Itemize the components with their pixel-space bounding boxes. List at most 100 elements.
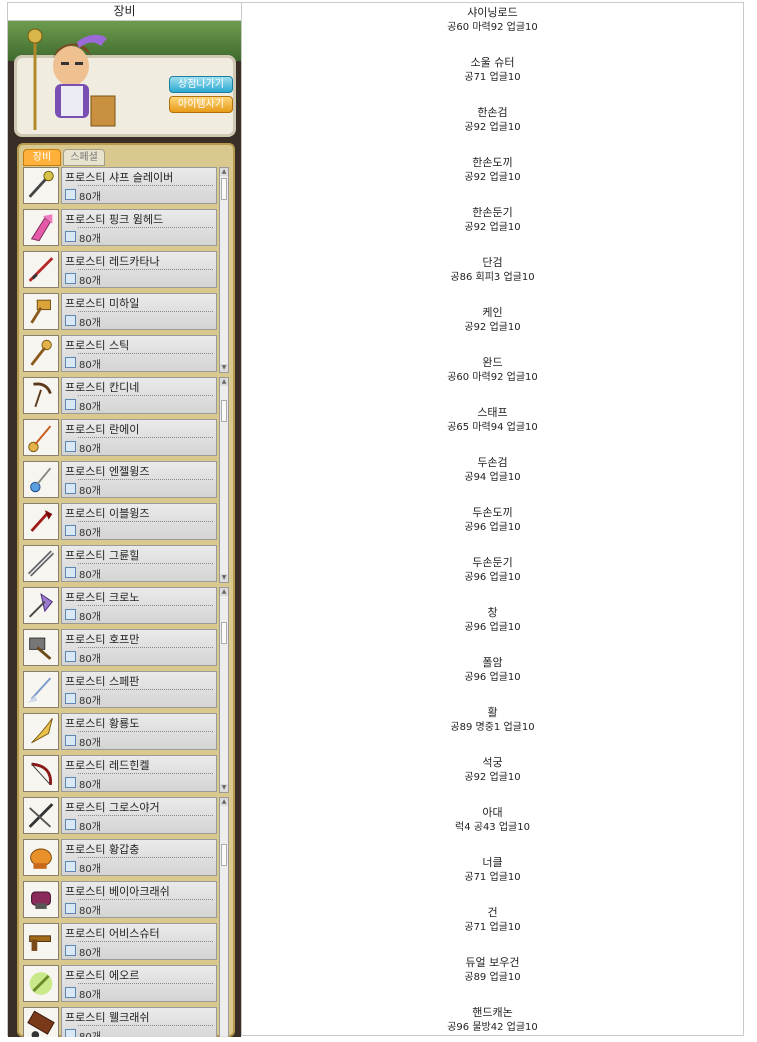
item-name: 프로스티 에오르 <box>65 969 140 982</box>
item-name: 프로스티 핑크 윔헤드 <box>65 213 164 226</box>
scroll-down-arrow-icon[interactable]: ▼ <box>220 784 228 792</box>
item-list-scrollbar[interactable]: ▲▼ <box>219 587 229 793</box>
tab-equipment[interactable]: 장비 <box>23 149 61 166</box>
item-quantity: 80개 <box>79 360 101 371</box>
weapon-type: 너클 <box>482 856 503 869</box>
shop-item-row[interactable]: 프로스티 베이아크래쉬 80개 <box>23 881 231 921</box>
item-list: 프로스티 샤프 슬레이버 80개 프로스티 핑크 윔헤드 80개 프로스티 레드카타나 8… <box>23 167 231 1037</box>
item-name: 프로스티 웰크래쉬 <box>65 1011 150 1024</box>
shop-item-row[interactable]: 프로스티 웰크래쉬 80개 <box>23 1007 231 1037</box>
shop-item-row[interactable]: 프로스티 란에이 80개 <box>23 419 231 459</box>
scroll-thumb[interactable] <box>221 178 227 200</box>
scroll-up-arrow-icon[interactable]: ▲ <box>220 378 228 386</box>
shop-item-row[interactable]: 프로스티 엔젤윙즈 80개 <box>23 461 231 501</box>
dotted-separator <box>78 773 213 774</box>
shop-item-row[interactable]: 프로스티 스틱 80개 <box>23 335 231 375</box>
item-info-box: 프로스티 레드카타나 80개 <box>61 251 217 288</box>
shop-item-row[interactable]: 프로스티 에오르 80개 <box>23 965 231 1005</box>
weapon-stats: 공92 업글10 <box>464 172 521 183</box>
item-name: 프로스티 그로스야거 <box>65 801 160 814</box>
shop-item-row[interactable]: 프로스티 스페판 80개 <box>23 671 231 711</box>
weapon-stats: 럭4 공43 업글10 <box>455 822 530 833</box>
dotted-separator <box>78 647 213 648</box>
shop-item-row[interactable]: 프로스티 칸디네 80개 <box>23 377 231 417</box>
item-list-scrollbar[interactable]: ▲▼ <box>219 797 229 1037</box>
weapon-stat-row: 한손도끼 공92 업글10 <box>242 155 743 185</box>
item-info-box: 프로스티 웰크래쉬 80개 <box>61 1007 217 1037</box>
weapon-type: 두손둔기 <box>472 556 513 569</box>
quantity-icon <box>65 609 76 620</box>
hand-cannon-icon <box>23 1007 59 1037</box>
shop-item-row[interactable]: 프로스티 핑크 윔헤드 80개 <box>23 209 231 249</box>
item-info-box: 프로스티 레드힌켈 80개 <box>61 755 217 792</box>
weapon-stat-row: 두손둔기 공96 업글10 <box>242 555 743 585</box>
item-name: 프로스티 스페판 <box>65 675 140 688</box>
weapon-stats: 공96 물방42 업글10 <box>447 1022 538 1033</box>
scroll-thumb[interactable] <box>221 400 227 422</box>
weapon-stats: 공89 업글10 <box>464 972 521 983</box>
wand-icon <box>23 377 59 414</box>
item-list-scrollbar[interactable]: ▲▼ <box>219 377 229 583</box>
polearm-icon <box>23 713 59 750</box>
item-quantity: 80개 <box>79 402 101 413</box>
scroll-thumb[interactable] <box>221 622 227 644</box>
shop-item-row[interactable]: 프로스티 황갑충 80개 <box>23 839 231 879</box>
dotted-separator <box>78 857 213 858</box>
scroll-up-arrow-icon[interactable]: ▲ <box>220 798 228 806</box>
scroll-up-arrow-icon[interactable]: ▲ <box>220 588 228 596</box>
shop-item-row[interactable]: 프로스티 샤프 슬레이버 80개 <box>23 167 231 207</box>
weapon-stat-row: 너클 공71 업글10 <box>242 855 743 885</box>
weapon-stat-row: 석궁 공92 업글10 <box>242 755 743 785</box>
weapon-type: 활 <box>487 706 498 719</box>
shop-item-row[interactable]: 프로스티 그로스야거 80개 <box>23 797 231 837</box>
scroll-down-arrow-icon[interactable]: ▼ <box>220 1036 228 1037</box>
weapon-type: 케인 <box>482 306 503 319</box>
item-info-box: 프로스티 어비스슈터 80개 <box>61 923 217 960</box>
weapon-stats: 공92 업글10 <box>464 122 521 133</box>
bow-icon <box>23 755 59 792</box>
quantity-icon <box>65 1029 76 1037</box>
weapon-stat-row: 샤이닝로드 공60 마력92 업글10 <box>242 5 743 35</box>
item-name: 프로스티 이블윙즈 <box>65 507 150 520</box>
scroll-thumb[interactable] <box>221 844 227 866</box>
evil-staff-icon <box>23 503 59 540</box>
shop-item-row[interactable]: 프로스티 레드카타나 80개 <box>23 251 231 291</box>
shop-item-row[interactable]: 프로스티 미하일 80개 <box>23 293 231 333</box>
shop-item-row[interactable]: 프로스티 황룡도 80개 <box>23 713 231 753</box>
axe-icon <box>23 587 59 624</box>
dotted-separator <box>78 731 213 732</box>
shop-item-row[interactable]: 프로스티 이블윙즈 80개 <box>23 503 231 543</box>
quantity-icon <box>65 357 76 368</box>
shop-item-row[interactable]: 프로스티 호프만 80개 <box>23 629 231 669</box>
item-quantity: 80개 <box>79 1028 101 1037</box>
shop-item-row[interactable]: 프로스티 레드힌켈 80개 <box>23 755 231 795</box>
item-quantity: 80개 <box>79 990 101 1001</box>
game-shop-screenshot: 상점나가기 아이템사기 장비 스페셜 프로스티 샤프 슬레이버 80개 프로스티 핑… <box>8 21 241 1037</box>
scroll-up-arrow-icon[interactable]: ▲ <box>220 168 228 176</box>
cane-icon <box>23 335 59 372</box>
weapon-stat-row: 한손검공92 업글10 <box>242 105 743 135</box>
buy-item-button[interactable]: 아이템사기 <box>169 96 233 113</box>
tab-special[interactable]: 스페셜 <box>63 149 105 166</box>
shop-item-row[interactable]: 프로스티 크로노 80개 <box>23 587 231 627</box>
shop-item-row[interactable]: 프로스티 그륜힐 80개 <box>23 545 231 585</box>
scroll-down-arrow-icon[interactable]: ▼ <box>220 364 228 372</box>
weapon-type: 한손검 <box>477 106 508 119</box>
item-name: 프로스티 엔젤윙즈 <box>65 465 150 478</box>
item-info-box: 프로스티 란에이 80개 <box>61 419 217 456</box>
weapon-stats: 공60 마력92 업글10 <box>447 372 538 383</box>
item-name: 프로스티 스틱 <box>65 339 130 352</box>
dotted-separator <box>78 311 213 312</box>
item-quantity: 80개 <box>79 780 101 791</box>
scroll-down-arrow-icon[interactable]: ▼ <box>220 574 228 582</box>
weapon-stat-row: 완드 공60 마력92 업글10 <box>242 355 743 385</box>
exit-shop-button[interactable]: 상점나가기 <box>169 76 233 93</box>
item-info-box: 프로스티 베이아크래쉬 80개 <box>61 881 217 918</box>
quantity-icon <box>65 945 76 956</box>
weapon-stats: 공86 회피3 업글10 <box>450 272 535 283</box>
item-quantity: 80개 <box>79 276 101 287</box>
dotted-separator <box>78 605 213 606</box>
dotted-separator <box>78 899 213 900</box>
item-list-scrollbar[interactable]: ▲▼ <box>219 167 229 373</box>
shop-item-row[interactable]: 프로스티 어비스슈터 80개 <box>23 923 231 963</box>
